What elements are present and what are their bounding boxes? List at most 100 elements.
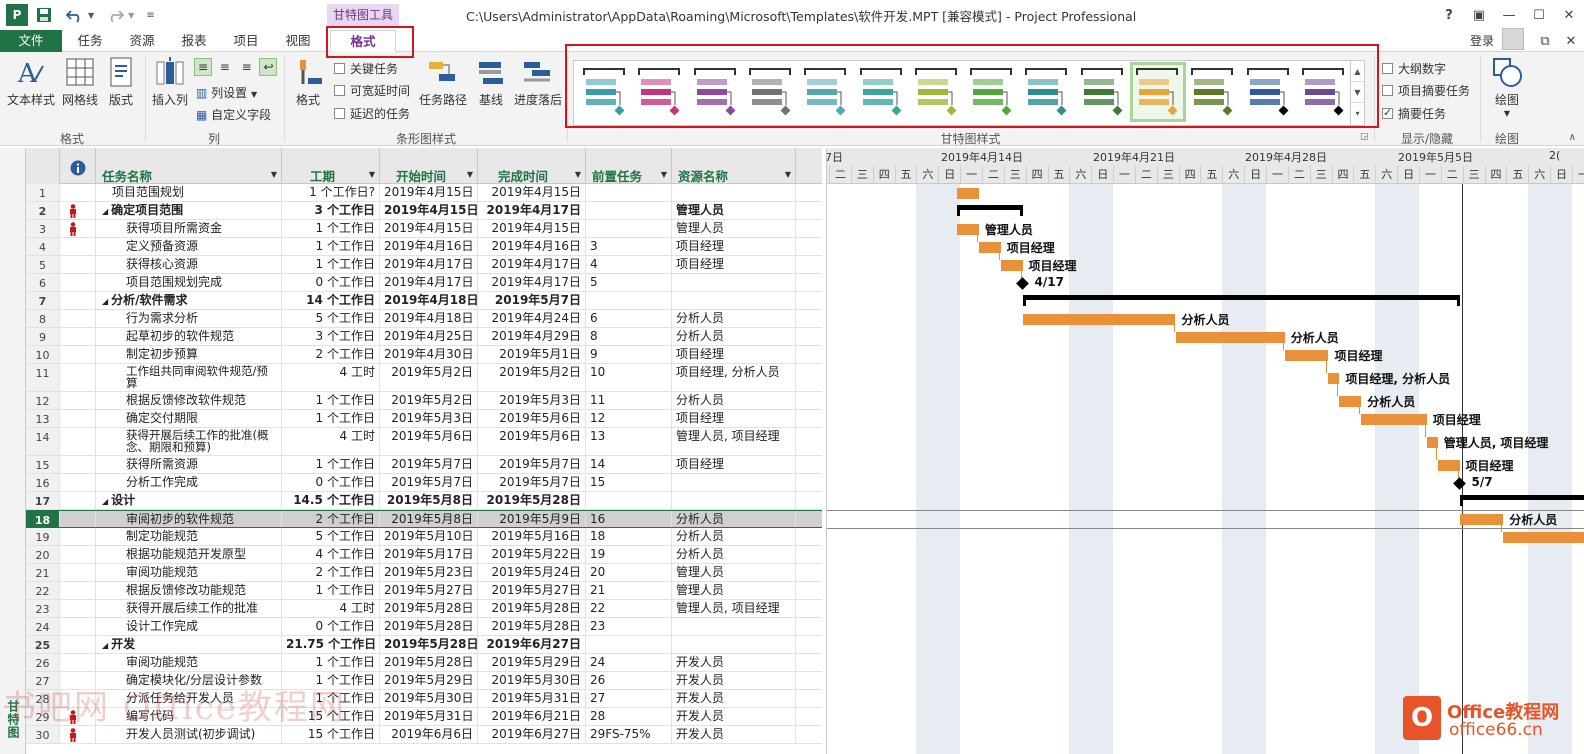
resource-names-cell[interactable]: 管理人员: [672, 202, 796, 219]
row-number[interactable]: 2: [26, 202, 60, 219]
duration-cell[interactable]: 2 个工作日: [282, 346, 380, 363]
resource-names-cell[interactable]: 开发人员: [672, 672, 796, 689]
duration-cell[interactable]: 4 工时: [282, 364, 380, 391]
gantt-style-option[interactable]: [912, 65, 962, 119]
table-row[interactable]: 12 根据反馈修改软件规范 1 个工作日 2019年5月2日 2019年5月3日 11 分析…: [26, 392, 822, 410]
resource-names-cell[interactable]: 分析人员: [672, 546, 796, 563]
gantt-style-option[interactable]: [857, 65, 907, 119]
restore-ribbon-icon[interactable]: ⧉: [1532, 34, 1558, 49]
project-summary-checkbox[interactable]: 项目摘要任务: [1382, 82, 1470, 99]
finish-cell[interactable]: 2019年5月1日: [478, 346, 586, 363]
task-bar[interactable]: [1437, 459, 1460, 471]
predecessors-cell[interactable]: 8: [586, 328, 672, 345]
finish-cell[interactable]: 2019年6月27日: [478, 726, 586, 743]
task-name-cell[interactable]: 确定交付期限: [96, 410, 282, 427]
predecessors-cell[interactable]: 9: [586, 346, 672, 363]
resource-names-cell[interactable]: 开发人员: [672, 654, 796, 671]
row-number[interactable]: 20: [26, 546, 60, 563]
task-name-cell[interactable]: ◢ 开发: [96, 636, 282, 653]
drawing-button[interactable]: 绘图 ▼: [1488, 56, 1526, 118]
undo-icon[interactable]: [66, 7, 84, 23]
finish-cell[interactable]: 2019年5月16日: [478, 528, 586, 545]
duration-cell[interactable]: 1 个工作日: [282, 256, 380, 273]
duration-cell[interactable]: 21.75 个工作日: [282, 636, 380, 653]
custom-fields-button[interactable]: ▦ 自定义字段: [196, 106, 271, 123]
start-cell[interactable]: 2019年5月28日: [380, 654, 478, 671]
start-cell[interactable]: 2019年5月23日: [380, 564, 478, 581]
table-row[interactable]: 1 项目范围规划 1 个工作日? 2019年4月15日 2019年4月15日: [26, 184, 822, 202]
row-number[interactable]: 6: [26, 274, 60, 291]
row-number[interactable]: 23: [26, 600, 60, 617]
task-name-cell[interactable]: 获得核心资源: [96, 256, 282, 273]
gantt-style-option[interactable]: [1244, 65, 1294, 119]
task-name-cell[interactable]: 制定初步预算: [96, 346, 282, 363]
predecessors-cell[interactable]: 20: [586, 564, 672, 581]
table-row[interactable]: 22 根据反馈修改功能规范 1 个工作日 2019年5月27日 2019年5月27日 21…: [26, 582, 822, 600]
insert-column-button[interactable]: 插入列: [150, 56, 190, 108]
table-row[interactable]: 26 审阅功能规范 1 个工作日 2019年5月28日 2019年5月29日 24 开发人员: [26, 654, 822, 672]
finish-cell[interactable]: 2019年5月7日: [478, 292, 586, 309]
start-cell[interactable]: 2019年6月6日: [380, 726, 478, 743]
predecessors-cell[interactable]: 26: [586, 672, 672, 689]
gantt-style-option[interactable]: [746, 65, 796, 119]
row-number[interactable]: 12: [26, 392, 60, 409]
resource-names-cell[interactable]: 项目经理: [672, 256, 796, 273]
task-bar[interactable]: [978, 241, 1001, 253]
tab-format[interactable]: 格式: [330, 30, 396, 52]
duration-cell[interactable]: 1 个工作日?: [282, 184, 380, 201]
collapse-triangle-icon[interactable]: ◢: [102, 497, 108, 506]
start-cell[interactable]: 2019年4月15日: [380, 202, 478, 219]
finish-cell[interactable]: 2019年5月28日: [478, 600, 586, 617]
slippage-button[interactable]: 进度落后: [512, 56, 564, 108]
resource-names-cell[interactable]: 管理人员: [672, 564, 796, 581]
start-cell[interactable]: 2019年5月30日: [380, 690, 478, 707]
predecessors-cell[interactable]: 10: [586, 364, 672, 391]
predecessors-cell[interactable]: [586, 184, 672, 201]
finish-cell[interactable]: 2019年5月27日: [478, 582, 586, 599]
duration-cell[interactable]: 1 个工作日: [282, 654, 380, 671]
resource-names-cell[interactable]: 管理人员: [672, 582, 796, 599]
table-row[interactable]: 8 行为需求分析 5 个工作日 2019年4月18日 2019年4月24日 6 分析人员: [26, 310, 822, 328]
predecessors-cell[interactable]: 14: [586, 456, 672, 473]
finish-cell[interactable]: 2019年5月28日: [478, 618, 586, 635]
start-cell[interactable]: 2019年4月16日: [380, 238, 478, 255]
checkbox[interactable]: [1382, 63, 1393, 74]
row-number[interactable]: 4: [26, 238, 60, 255]
column-header-duration[interactable]: 工期 ▼: [282, 148, 380, 184]
gallery-scroll-down-icon[interactable]: ▼: [1351, 82, 1364, 103]
task-bar[interactable]: [1426, 436, 1438, 448]
task-name-cell[interactable]: ◢ 分析/软件需求: [96, 292, 282, 309]
start-cell[interactable]: 2019年5月10日: [380, 528, 478, 545]
milestone-diamond[interactable]: [1015, 276, 1029, 290]
gantt-style-option[interactable]: [580, 65, 630, 119]
start-cell[interactable]: 2019年4月15日: [380, 220, 478, 237]
gantt-style-option[interactable]: [1188, 65, 1238, 119]
predecessors-cell[interactable]: 27: [586, 690, 672, 707]
row-number[interactable]: 5: [26, 256, 60, 273]
align-center-icon[interactable]: ≡: [216, 60, 234, 74]
collapse-ribbon-icon[interactable]: ∧: [1569, 132, 1576, 143]
resource-names-cell[interactable]: 项目经理: [672, 238, 796, 255]
table-row[interactable]: 10 制定初步预算 2 个工作日 2019年4月30日 2019年5月1日 9 项目经理: [26, 346, 822, 364]
finish-cell[interactable]: 2019年5月6日: [478, 428, 586, 455]
resource-names-cell[interactable]: [672, 274, 796, 291]
task-name-cell[interactable]: 审阅功能规范: [96, 654, 282, 671]
start-cell[interactable]: 2019年4月17日: [380, 274, 478, 291]
grid-corner[interactable]: [26, 148, 60, 184]
indicators-header[interactable]: [60, 148, 96, 184]
task-name-cell[interactable]: 制定功能规范: [96, 528, 282, 545]
outline-number-checkbox[interactable]: 大纲数字: [1382, 60, 1446, 77]
start-cell[interactable]: 2019年5月31日: [380, 708, 478, 725]
duration-cell[interactable]: 14.5 个工作日: [282, 492, 380, 509]
finish-cell[interactable]: 2019年5月2日: [478, 364, 586, 391]
resource-names-cell[interactable]: 项目经理: [672, 456, 796, 473]
customize-qat-icon[interactable]: ≡: [146, 10, 154, 21]
task-bar[interactable]: [1339, 395, 1362, 407]
finish-cell[interactable]: 2019年6月27日: [478, 636, 586, 653]
task-bar[interactable]: [957, 223, 979, 235]
duration-cell[interactable]: 5 个工作日: [282, 310, 380, 327]
start-cell[interactable]: 2019年5月2日: [380, 392, 478, 409]
start-cell[interactable]: 2019年5月28日: [380, 636, 478, 653]
start-cell[interactable]: 2019年4月15日: [380, 184, 478, 201]
predecessors-cell[interactable]: 11: [586, 392, 672, 409]
